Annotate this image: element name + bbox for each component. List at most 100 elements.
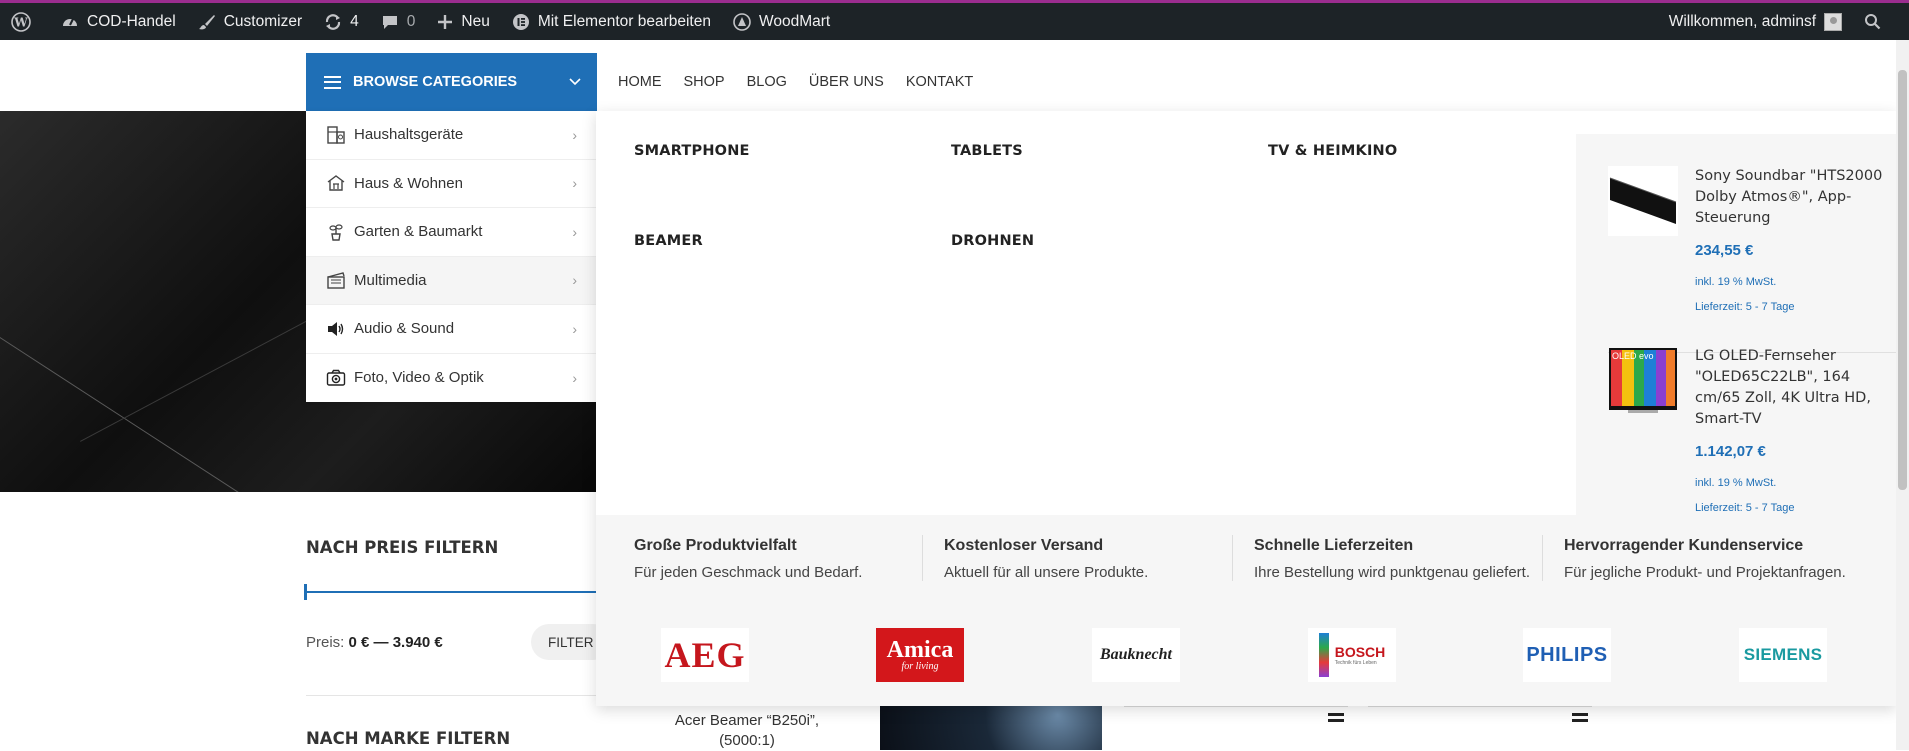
feature-divider [1542, 535, 1543, 581]
price-filter-title: NACH PREIS FILTERN [306, 538, 499, 557]
category-haus-wohnen[interactable]: Haus & Wohnen › [306, 160, 597, 208]
oled-badge: OLED evo [1612, 351, 1654, 361]
subcategory-tablets[interactable]: TABLETS [951, 143, 1023, 159]
product-price: 234,55 € [1695, 242, 1754, 259]
refresh-icon [326, 13, 341, 30]
brand-name: Bauknecht [1099, 646, 1172, 663]
product-thumbnail[interactable] [1368, 706, 1592, 750]
product-thumbnail[interactable] [880, 706, 1102, 750]
page-scrollbar-thumb[interactable] [1898, 70, 1907, 490]
category-label: Haushaltsgeräte [354, 126, 464, 144]
category-label: Audio & Sound [354, 320, 455, 338]
subcategory-tv-heimkino[interactable]: TV & HEIMKINO [1268, 143, 1397, 159]
browse-categories-label: BROWSE CATEGORIES [353, 74, 518, 90]
product-delivery-time: Lieferzeit: 5 - 7 Tage [1695, 301, 1795, 313]
price-slider-track[interactable] [306, 591, 596, 593]
admin-woodmart[interactable]: WoodMart [722, 3, 841, 40]
brush-icon [198, 14, 215, 29]
house-icon [326, 173, 346, 193]
product-card[interactable]: OLED evo LG OLED-Fernseher "OLED65C22LB"… [1608, 346, 1896, 516]
avatar [1824, 12, 1842, 31]
wordpress-logo-button[interactable]: W [0, 3, 50, 40]
brand-logo-amica-text: Amica for living [887, 638, 954, 672]
admin-account[interactable]: Willkommen, adminsf [1658, 3, 1853, 40]
admin-welcome-text: Willkommen, adminsf [1668, 12, 1816, 30]
subcategory-smartphone[interactable]: SMARTPHONE [634, 143, 750, 159]
product-tax-note: inkl. 19 % MwSt. [1695, 477, 1777, 489]
brand-logo-amica[interactable]: Amica for living [876, 628, 964, 682]
feature-subtitle: Ihre Bestellung wird punktgenau geliefer… [1254, 564, 1531, 581]
chevron-right-icon: › [572, 223, 577, 240]
price-range-value: 0 € — 3.940 € [348, 634, 443, 651]
thumbnail-decor [1328, 713, 1344, 716]
subcategory-beamer[interactable]: BEAMER [634, 233, 703, 249]
price-label: Preis: [306, 634, 345, 651]
mega-menu-dropdown: SMARTPHONE TABLETS TV & HEIMKINO BEAMER … [596, 111, 1896, 706]
nav-home[interactable]: HOME [618, 74, 662, 90]
product-delivery-time: Lieferzeit: 5 - 7 Tage [1695, 502, 1795, 514]
product-name[interactable]: Sony Soundbar "HTS2000 Dolby Atmos®", Ap… [1695, 166, 1895, 229]
admin-elementor[interactable]: Mit Elementor bearbeiten [501, 3, 722, 40]
product-thumbnail[interactable] [1124, 706, 1348, 750]
admin-search[interactable] [1853, 3, 1909, 40]
category-haushaltsgeraete[interactable]: Haushaltsgeräte › [306, 111, 597, 160]
category-audio-sound[interactable]: Audio & Sound › [306, 305, 597, 354]
brand-name: AEG [664, 635, 746, 675]
category-label: Haus & Wohnen [354, 174, 463, 192]
browse-categories-button[interactable]: BROWSE CATEGORIES [306, 53, 597, 111]
chevron-right-icon: › [572, 369, 577, 386]
category-foto-video-optik[interactable]: Foto, Video & Optik › [306, 354, 597, 403]
admin-new[interactable]: Neu [426, 3, 500, 40]
brand-name: SIEMENS [1743, 645, 1823, 664]
category-menu: Haushaltsgeräte › Haus & Wohnen › Garten… [306, 111, 597, 402]
category-label: Foto, Video & Optik [354, 369, 484, 387]
category-multimedia[interactable]: Multimedia › [306, 256, 597, 305]
elementor-icon [512, 13, 529, 30]
brand-name: BOSCH [1334, 643, 1386, 660]
brand-logo-aeg[interactable]: AEG [661, 628, 749, 682]
feature-title: Schnelle Lieferzeiten [1254, 537, 1414, 554]
chevron-right-icon: › [572, 272, 577, 289]
nav-about[interactable]: ÜBER UNS [809, 74, 884, 90]
chevron-right-icon: › [572, 126, 577, 143]
admin-comments[interactable]: 0 [370, 3, 427, 40]
product-teaser-title[interactable]: Acer Beamer “B250i”, (5000:1) [655, 711, 839, 751]
brand-logo-bauknecht[interactable]: Bauknecht [1092, 628, 1180, 682]
product-tax-note: inkl. 19 % MwSt. [1695, 276, 1777, 288]
admin-site-name[interactable]: COD-Handel [50, 3, 187, 40]
appliance-icon [326, 125, 346, 145]
subcategory-drohnen[interactable]: DROHNEN [951, 233, 1034, 249]
product-price: 1.142,07 € [1695, 443, 1766, 460]
brand-filter-title: NACH MARKE FILTERN [306, 729, 511, 748]
brand-name: PHILIPS [1526, 643, 1608, 666]
nav-shop[interactable]: SHOP [684, 74, 725, 90]
camera-icon [326, 368, 346, 388]
dashboard-icon [63, 18, 77, 26]
plant-icon [326, 222, 346, 242]
nav-blog[interactable]: BLOG [747, 74, 787, 90]
category-garten-baumarkt[interactable]: Garten & Baumarkt › [306, 208, 597, 257]
nav-contact[interactable]: KONTAKT [906, 74, 973, 90]
brand-tagline: Technik fürs Leben [1334, 659, 1377, 666]
product-card[interactable]: Sony Soundbar "HTS2000 Dolby Atmos®", Ap… [1608, 166, 1896, 336]
brand-logo-siemens[interactable]: SIEMENS [1739, 628, 1827, 682]
admin-customizer[interactable]: Customizer [187, 3, 313, 40]
clapperboard-icon [326, 270, 346, 290]
product-image-soundbar[interactable] [1608, 166, 1678, 236]
comment-icon [382, 15, 397, 29]
feature-item: Hervorragender Kundenservice Für jeglich… [1564, 537, 1864, 581]
admin-elementor-label: Mit Elementor bearbeiten [537, 12, 711, 30]
product-image-oled-tv[interactable]: OLED evo [1608, 346, 1678, 416]
feature-item: Schnelle Lieferzeiten Ihre Bestellung wi… [1254, 537, 1554, 581]
admin-updates[interactable]: 4 [313, 3, 370, 40]
feature-divider [922, 535, 923, 581]
price-slider-handle[interactable] [304, 584, 307, 600]
brand-logo-bosch[interactable]: BOSCH Technik fürs Leben [1308, 628, 1396, 682]
feature-subtitle: Für jeden Geschmack und Bedarf. [634, 564, 863, 581]
brand-logo-philips[interactable]: PHILIPS [1523, 628, 1611, 682]
wordpress-icon: W [11, 11, 31, 32]
admin-customizer-label: Customizer [223, 12, 303, 30]
product-name[interactable]: LG OLED-Fernseher "OLED65C22LB", 164 cm/… [1695, 346, 1895, 430]
feature-divider [1232, 535, 1233, 581]
speaker-icon [326, 319, 346, 339]
